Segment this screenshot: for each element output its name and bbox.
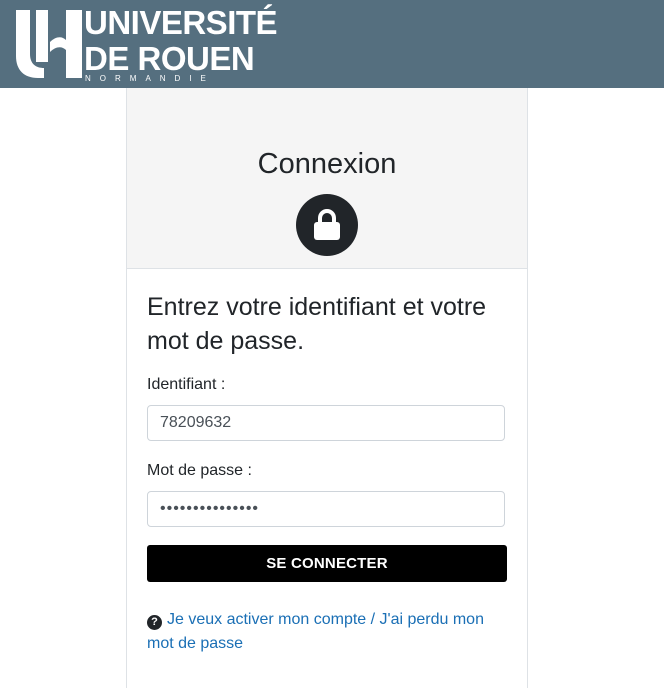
page-title: Connexion: [257, 148, 397, 180]
lock-badge: [296, 194, 358, 256]
password-input[interactable]: [147, 491, 505, 527]
lock-icon: [314, 209, 340, 240]
university-logo[interactable]: UNIVERSITÉ DE ROUEN NORMANDIE: [14, 4, 278, 83]
login-card-header: Connexion: [127, 88, 527, 269]
login-instructions: Entrez votre identifiant et votre mot de…: [147, 293, 487, 355]
account-help: ? Je veux activer mon compte / J'ai perdu…: [147, 608, 507, 656]
university-logo-mark-icon: [16, 10, 82, 78]
logo-line-normandie: NORMANDIE: [85, 74, 215, 83]
logo-line-universite: UNIVERSITÉ: [84, 4, 278, 41]
activate-or-reset-password-link[interactable]: Je veux activer mon compte / J'ai perdu …: [147, 611, 484, 652]
top-banner: UNIVERSITÉ DE ROUEN NORMANDIE: [0, 0, 664, 88]
login-button[interactable]: SE CONNECTER: [147, 545, 507, 582]
question-circle-icon: ?: [147, 615, 162, 630]
login-card: Connexion Entrez votre identifiant et vo…: [126, 88, 528, 688]
username-label: Identifiant :: [147, 376, 226, 393]
username-input[interactable]: [147, 405, 505, 441]
logo-line-de-rouen: DE ROUEN: [84, 40, 255, 77]
password-label: Mot de passe :: [147, 462, 252, 479]
